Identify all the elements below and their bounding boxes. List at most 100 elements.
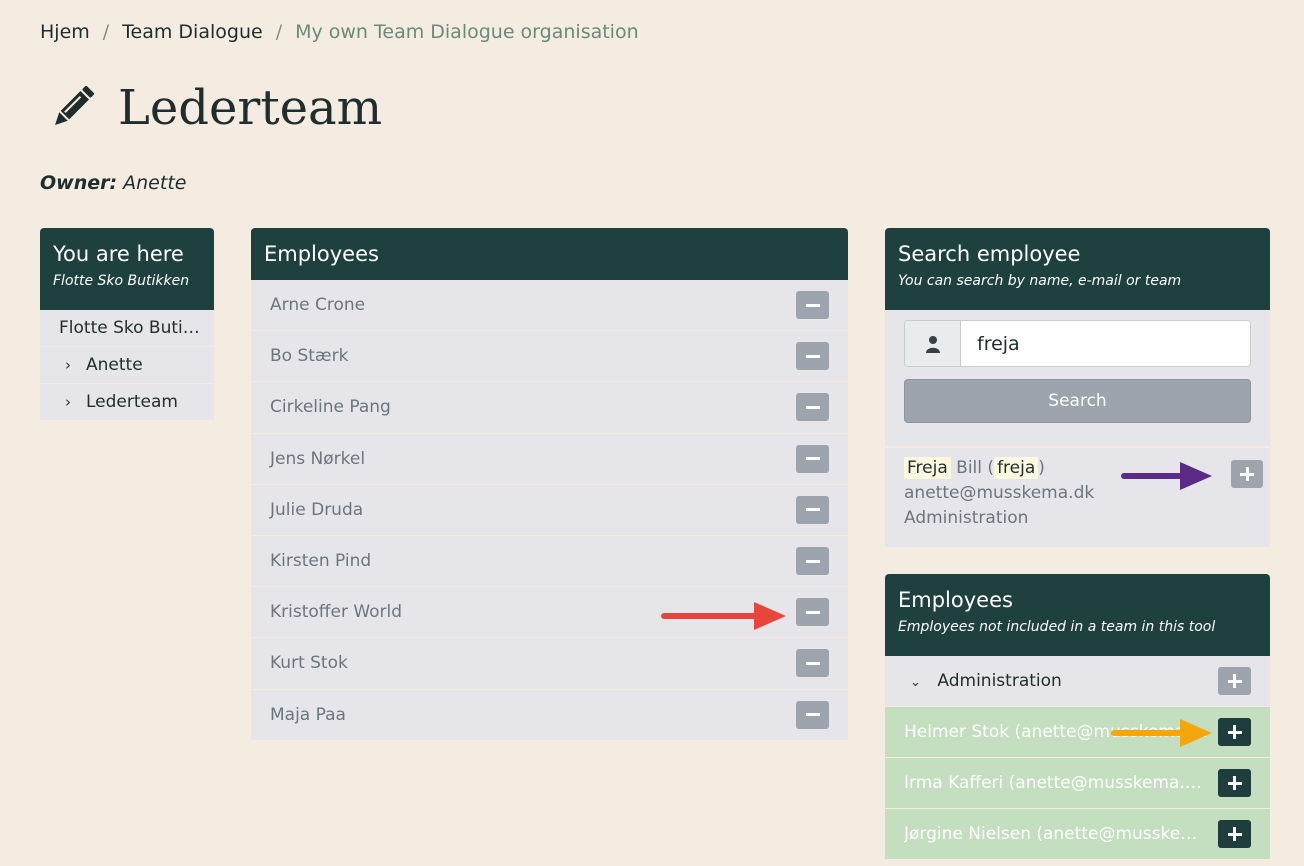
tree-item-lederteam[interactable]: › Lederteam [40,384,214,421]
unteamed-employee-list: Helmer Stok (anette@musskema.dk) Irma Kaf… [885,707,1270,860]
search-panel-header: Search employee You can search by name, … [885,228,1270,310]
breadcrumb-current: My own Team Dialogue organisation [295,21,639,43]
employee-name: Kristoffer World [270,602,403,623]
search-panel-title: Search employee [898,242,1081,266]
search-result-team: Administration [904,508,1029,528]
employee-name: Julie Druda [270,499,364,520]
team-employees-list: Arne Crone Bo Stærk Cirkeline Pang Jens Nør… [251,280,848,741]
minus-icon [805,610,820,614]
unteamed-panel-header: Employees Employees not included in a te… [885,574,1270,656]
location-panel-title: You are here [53,242,184,266]
unteamed-employee-name: Helmer Stok (anette@musskema.dk) [904,722,1209,742]
list-item: Cirkeline Pang [251,382,848,434]
remove-employee-button[interactable] [796,495,829,524]
breadcrumb: Hjem / Team Dialogue / My own Team Dialo… [40,20,639,44]
tree-item-organisation[interactable]: Flotte Sko Buti… [40,310,214,347]
search-button[interactable]: Search [904,379,1251,423]
add-employee-button[interactable] [1218,718,1251,746]
unteamed-employee-name: Irma Kafferi (anette@musskema.dk) [904,773,1209,793]
team-employees-header: Employees [251,228,848,280]
tree-item-label: Anette [86,355,143,375]
search-input-group [904,320,1251,367]
employee-name: Jens Nørkel [270,448,366,469]
plus-icon [1227,725,1242,739]
minus-icon [805,559,820,563]
remove-employee-button[interactable] [796,291,829,320]
breadcrumb-separator: / [102,21,110,43]
tree-item-anette[interactable]: › Anette [40,347,214,384]
owner-name: Anette [123,172,187,194]
location-panel-header: You are here Flotte Sko Butikken [40,228,214,310]
list-item: Irma Kafferi (anette@musskema.dk) [885,758,1270,809]
minus-icon [805,508,820,512]
search-panel-subtitle: You can search by name, e-mail or team [898,273,1182,289]
breadcrumb-team-dialogue-link[interactable]: Team Dialogue [122,20,263,44]
list-item: Kristoffer World [251,587,848,639]
add-search-result-button[interactable] [1231,460,1263,488]
remove-employee-button[interactable] [796,700,829,729]
owner-label: Owner: [40,172,118,194]
chevron-right-icon: › [65,356,71,374]
chevron-down-icon: ⌄ [910,675,921,690]
list-item: Jens Nørkel [251,433,848,485]
search-result-email: anette@musskema.dk [904,483,1095,503]
remove-employee-button[interactable] [796,598,829,627]
team-employees-panel: Employees Arne Crone Bo Stærk Cirkeline Pa… [251,228,848,741]
minus-icon [805,457,820,461]
unteamed-panel-subtitle: Employees not included in a team in this… [898,619,1216,635]
employee-name: Kurt Stok [270,653,348,674]
search-result-lastname: Bill [956,458,983,478]
group-row-administration[interactable]: ⌄ Administration [885,656,1270,707]
page-header: Lederteam [48,80,382,136]
unteamed-employee-name: Jørgine Nielsen (anette@musskema.dk) [904,824,1209,844]
add-group-button[interactable] [1218,667,1251,695]
user-icon [905,321,961,366]
minus-icon [805,713,820,717]
remove-employee-button[interactable] [796,444,829,473]
list-item: Arne Crone [251,280,848,332]
minus-icon [805,661,820,665]
minus-icon [805,303,820,307]
list-item: Kurt Stok [251,638,848,690]
plus-icon [1227,776,1242,790]
chevron-right-icon: › [65,393,71,411]
tree-item-label: Lederteam [86,392,178,412]
group-label: Administration [937,671,1062,691]
minus-icon [805,354,820,358]
search-result-item: Freja Bill (freja) anette@musskema.dk Ad… [885,446,1270,547]
list-item: Maja Paa [251,689,848,741]
employee-name: Bo Stærk [270,346,349,367]
plus-icon [1240,467,1254,481]
employee-name: Cirkeline Pang [270,397,391,418]
minus-icon [805,405,820,409]
list-item: Helmer Stok (anette@musskema.dk) [885,707,1270,758]
search-form: Search [885,310,1270,446]
add-employee-button[interactable] [1218,769,1251,797]
remove-employee-button[interactable] [796,649,829,678]
remove-employee-button[interactable] [796,393,829,422]
owner-line: Owner: Anette [40,172,186,194]
list-item: Julie Druda [251,484,848,536]
employee-name: Maja Paa [270,704,346,725]
paren-close: ) [1038,458,1045,478]
plus-icon [1227,827,1242,841]
search-input[interactable] [961,321,1250,366]
breadcrumb-home-link[interactable]: Hjem [40,20,90,44]
location-panel-subtitle: Flotte Sko Butikken [53,273,190,289]
search-employee-panel: Search employee You can search by name, … [885,228,1270,547]
pencil-icon [55,85,95,125]
page-title: Lederteam [118,80,383,136]
remove-employee-button[interactable] [796,547,829,576]
location-panel: You are here Flotte Sko Butikken Flotte … [40,228,214,421]
breadcrumb-separator: / [275,21,283,43]
list-item: Jørgine Nielsen (anette@musskema.dk) [885,809,1270,860]
group-label-wrap: ⌄ Administration [910,671,1062,691]
tree-item-label: Flotte Sko Buti… [59,318,200,338]
remove-employee-button[interactable] [796,342,829,371]
search-highlight: Freja [904,457,951,479]
plus-icon [1227,674,1242,688]
search-result-name: Freja Bill (freja) [904,457,1251,479]
team-employees-title: Employees [264,242,379,266]
add-employee-button[interactable] [1218,820,1251,848]
list-item: Bo Stærk [251,331,848,383]
